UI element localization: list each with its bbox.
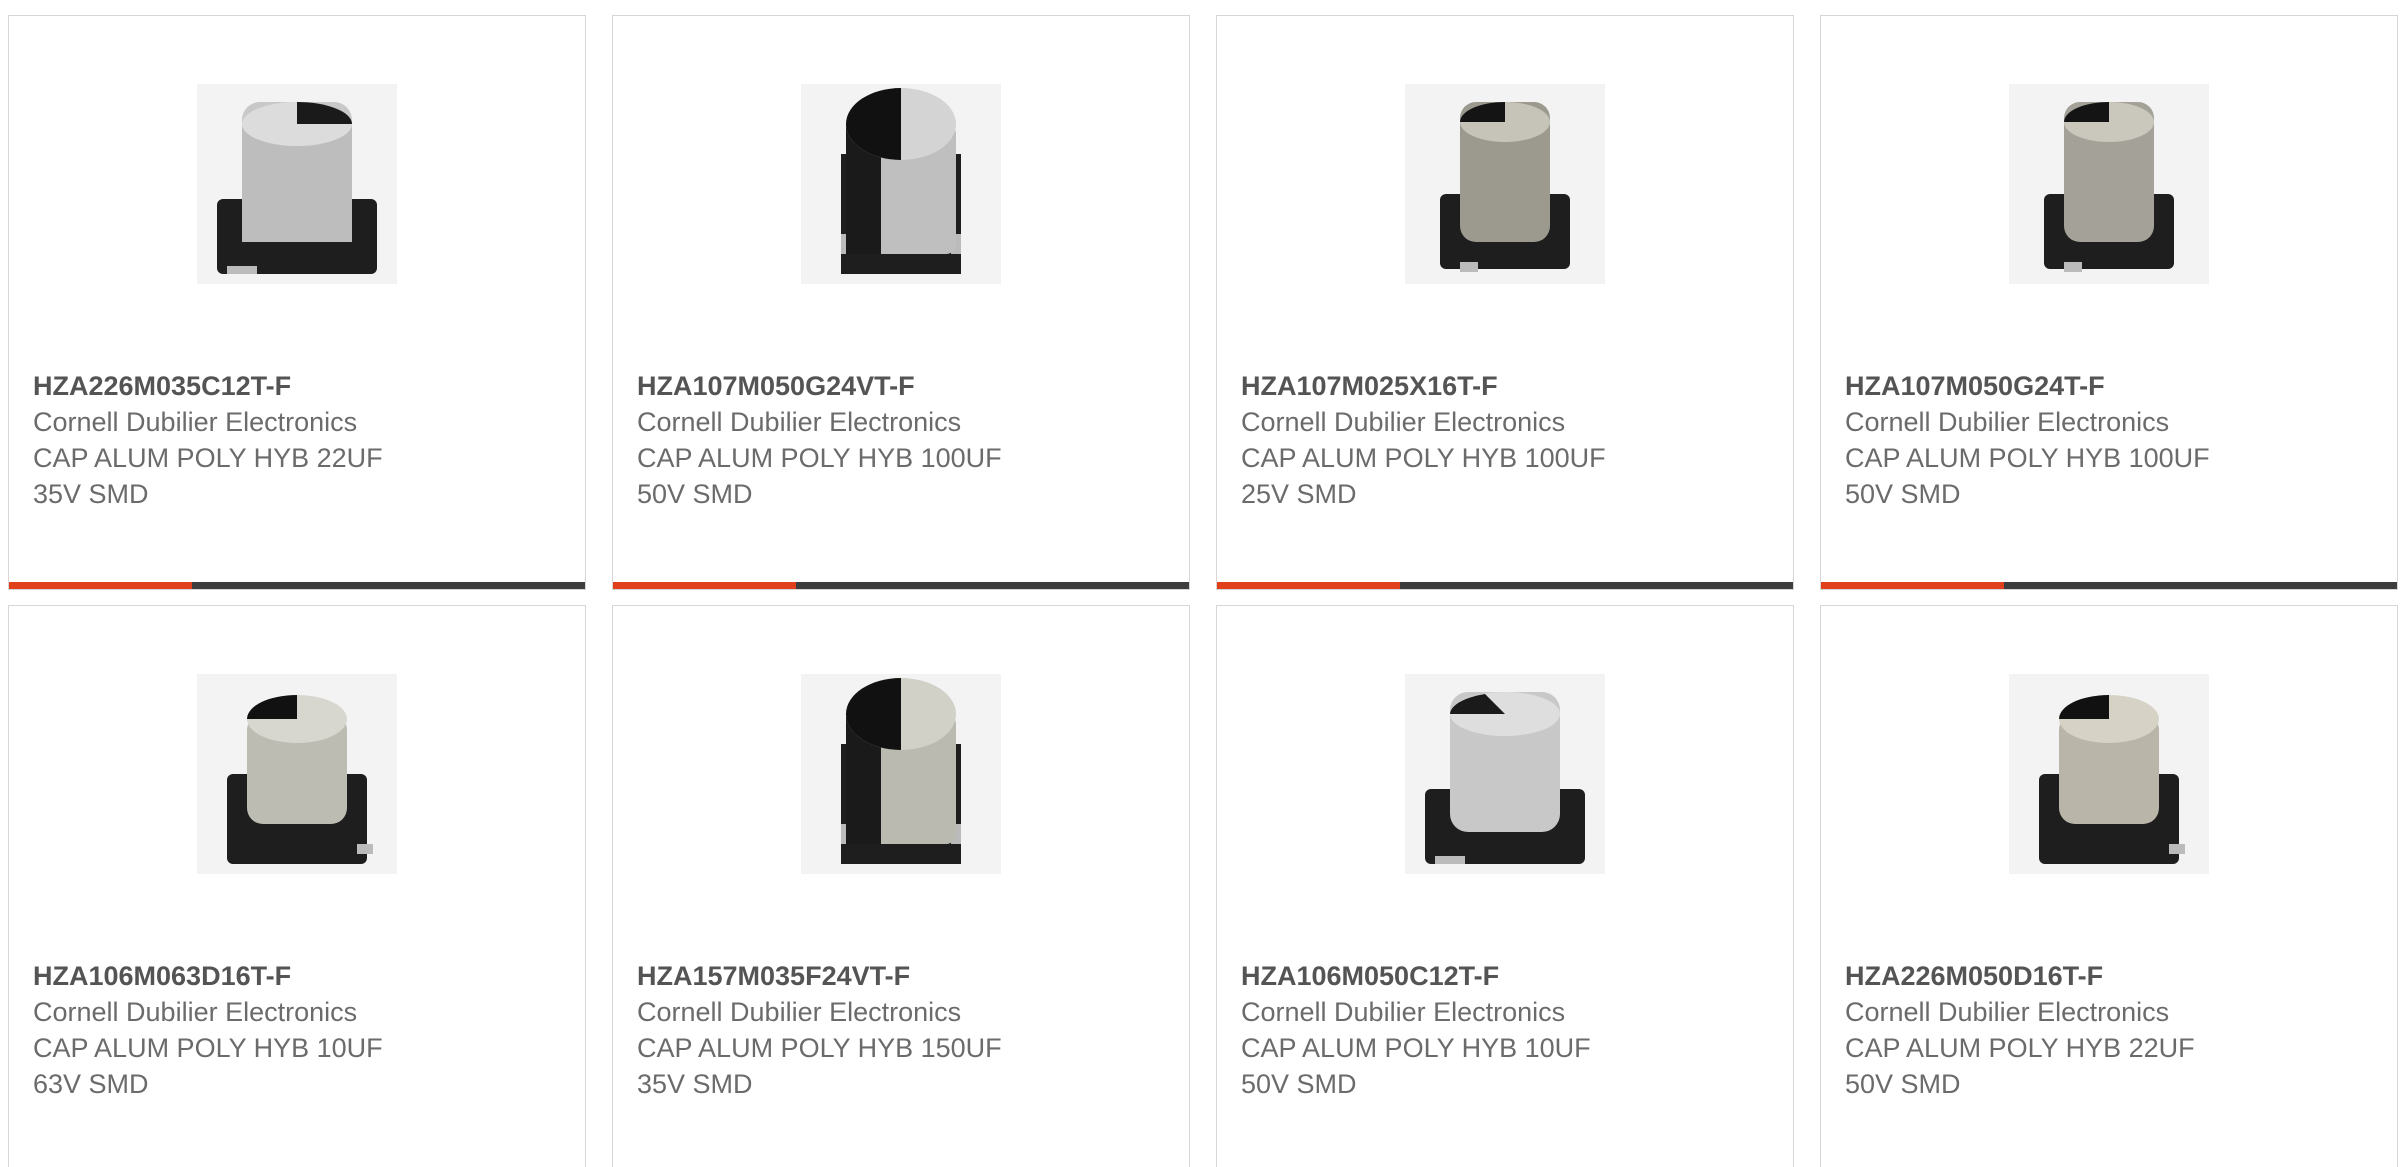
product-grid: HZA226M035C12T-F Cornell Dubilier Electr… (0, 0, 2400, 1167)
description-voltage: 50V SMD (1241, 1069, 1357, 1099)
description: CAP ALUM POLY HYB 100UF (1845, 443, 2210, 473)
manufacturer: Cornell Dubilier Electronics (33, 997, 358, 1027)
card-accent-bar (1821, 582, 2004, 589)
part-number-link[interactable]: HZA107M025X16T-F (1241, 368, 1769, 404)
manufacturer: Cornell Dubilier Electronics (637, 407, 962, 437)
product-card[interactable]: HZA226M050D16T-F Cornell Dubilier Electr… (1820, 605, 2398, 1167)
capacitor-image[interactable] (801, 84, 1001, 284)
description-voltage: 50V SMD (1845, 1069, 1961, 1099)
card-accent-bar (1217, 582, 1400, 589)
part-number-link[interactable]: HZA226M050D16T-F (1845, 958, 2373, 994)
card-accent-bar (9, 582, 192, 589)
part-number-link[interactable]: HZA107M050G24T-F (1845, 368, 2373, 404)
manufacturer: Cornell Dubilier Electronics (1845, 407, 2170, 437)
product-card[interactable]: HZA107M025X16T-F Cornell Dubilier Electr… (1216, 15, 1794, 590)
product-card[interactable]: HZA107M050G24T-F Cornell Dubilier Electr… (1820, 15, 2398, 590)
manufacturer: Cornell Dubilier Electronics (637, 997, 962, 1027)
manufacturer: Cornell Dubilier Electronics (1241, 407, 1566, 437)
description-voltage: 63V SMD (33, 1069, 149, 1099)
description-voltage: 50V SMD (1845, 479, 1961, 509)
card-footer-bar (1217, 582, 1793, 589)
description: CAP ALUM POLY HYB 22UF (33, 443, 383, 473)
description-voltage: 25V SMD (1241, 479, 1357, 509)
product-card[interactable]: HZA107M050G24VT-F Cornell Dubilier Elect… (612, 15, 1190, 590)
description-voltage: 35V SMD (33, 479, 149, 509)
capacitor-image[interactable] (801, 674, 1001, 874)
description: CAP ALUM POLY HYB 22UF (1845, 1033, 2195, 1063)
capacitor-image[interactable] (2009, 674, 2209, 874)
part-number-link[interactable]: HZA107M050G24VT-F (637, 368, 1165, 404)
description: CAP ALUM POLY HYB 150UF (637, 1033, 1002, 1063)
capacitor-image[interactable] (197, 84, 397, 284)
product-card[interactable]: HZA226M035C12T-F Cornell Dubilier Electr… (8, 15, 586, 590)
manufacturer: Cornell Dubilier Electronics (1845, 997, 2170, 1027)
description: CAP ALUM POLY HYB 10UF (1241, 1033, 1591, 1063)
card-footer-bar (613, 582, 1189, 589)
product-card[interactable]: HZA106M050C12T-F Cornell Dubilier Electr… (1216, 605, 1794, 1167)
capacitor-image[interactable] (1405, 674, 1605, 874)
manufacturer: Cornell Dubilier Electronics (33, 407, 358, 437)
card-footer-bar (9, 582, 585, 589)
description: CAP ALUM POLY HYB 100UF (637, 443, 1002, 473)
product-card[interactable]: HZA106M063D16T-F Cornell Dubilier Electr… (8, 605, 586, 1167)
description: CAP ALUM POLY HYB 10UF (33, 1033, 383, 1063)
description: CAP ALUM POLY HYB 100UF (1241, 443, 1606, 473)
card-accent-bar (613, 582, 796, 589)
capacitor-image[interactable] (197, 674, 397, 874)
part-number-link[interactable]: HZA226M035C12T-F (33, 368, 561, 404)
part-number-link[interactable]: HZA157M035F24VT-F (637, 958, 1165, 994)
manufacturer: Cornell Dubilier Electronics (1241, 997, 1566, 1027)
part-number-link[interactable]: HZA106M063D16T-F (33, 958, 561, 994)
capacitor-image[interactable] (1405, 84, 1605, 284)
product-card[interactable]: HZA157M035F24VT-F Cornell Dubilier Elect… (612, 605, 1190, 1167)
description-voltage: 50V SMD (637, 479, 753, 509)
capacitor-image[interactable] (2009, 84, 2209, 284)
part-number-link[interactable]: HZA106M050C12T-F (1241, 958, 1769, 994)
card-footer-bar (1821, 582, 2397, 589)
description-voltage: 35V SMD (637, 1069, 753, 1099)
